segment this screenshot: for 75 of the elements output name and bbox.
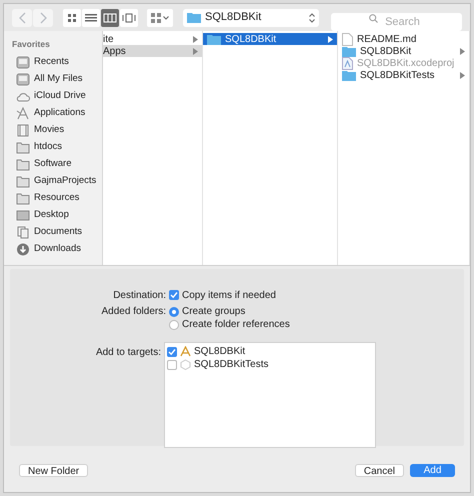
checkbox[interactable]	[167, 360, 177, 370]
dialog-button[interactable]: New Folder	[19, 464, 88, 477]
coverflow-icon	[122, 12, 136, 22]
arrange-button[interactable]	[147, 8, 173, 26]
sidebar-item[interactable]: Recents	[12, 54, 102, 71]
folder-icon	[16, 174, 30, 188]
folder-icon	[16, 192, 30, 205]
apps-icon	[16, 106, 30, 120]
disclosure-arrow-icon	[328, 36, 333, 42]
documents-icon	[16, 226, 30, 239]
drive-icon	[16, 56, 30, 69]
view-mode-button[interactable]	[101, 8, 119, 26]
download-icon	[16, 242, 30, 256]
view-mode-button[interactable]	[82, 8, 100, 26]
target-label: SQL8DBKit	[194, 345, 246, 359]
destination-label: Destination:	[112, 288, 167, 302]
checkbox[interactable]	[167, 346, 177, 356]
added-folders-label: Added folders:	[100, 305, 167, 318]
radio-button[interactable]	[169, 320, 179, 330]
sidebar-item[interactable]: iCloud Drive	[12, 88, 102, 105]
view-mode-button[interactable]	[63, 8, 81, 26]
targets-label: Add to targets:	[94, 346, 162, 360]
search-field[interactable]: Search	[331, 12, 462, 30]
file-row[interactable]: SQL8DBKit	[338, 45, 469, 57]
file-row[interactable]: README.md	[338, 33, 469, 45]
folder-icon	[342, 70, 356, 80]
checkmark-icon	[170, 291, 178, 299]
sidebar-item[interactable]: Documents	[12, 224, 102, 241]
radio-option[interactable]: Create folder references	[169, 318, 290, 331]
sidebar-item[interactable]: htdocs	[12, 138, 102, 156]
sidebar-item[interactable]: Downloads	[12, 240, 102, 258]
disclosure-arrow-icon	[460, 48, 465, 54]
sidebar-heading: Favorites	[12, 38, 51, 51]
sidebar-item[interactable]: Software	[12, 156, 102, 173]
test-target-icon	[180, 359, 191, 370]
file-row[interactable]: Apps	[103, 45, 202, 57]
default-button[interactable]: Add	[410, 464, 455, 477]
sidebar-item[interactable]: GajmaProjects	[12, 172, 102, 190]
drive-icon	[16, 72, 30, 86]
sidebar-item[interactable]: Resources	[12, 190, 102, 207]
sidebar-item[interactable]: Movies	[12, 122, 102, 139]
project-file-icon	[342, 56, 353, 70]
folder-icon	[16, 158, 30, 171]
forward-chevron-icon	[40, 12, 46, 24]
columns-icon	[103, 12, 117, 22]
back-chevron-icon	[18, 12, 26, 24]
list-icon	[84, 12, 98, 22]
checkmark-icon	[168, 348, 176, 356]
folder-icon	[187, 12, 201, 23]
film-icon	[16, 124, 30, 137]
sidebar-item[interactable]: All My Files	[12, 70, 102, 88]
option-label: Copy items if needed	[182, 288, 276, 302]
view-mode-button[interactable]	[120, 8, 138, 26]
dialog-button[interactable]: Cancel	[354, 464, 404, 477]
checkbox[interactable]	[169, 290, 179, 300]
file-row[interactable]: SQL8DBKitTests	[338, 69, 469, 81]
file-row[interactable]: SQL8DBKit	[203, 33, 337, 45]
search-icon	[369, 14, 378, 22]
arrange-grid-icon	[151, 12, 161, 22]
disclosure-arrow-icon	[460, 72, 465, 78]
sidebar-item[interactable]: Applications	[12, 104, 102, 122]
caret-icon	[163, 16, 169, 20]
target-label: SQL8DBKitTests	[194, 358, 268, 372]
updown-caret-icon	[309, 12, 315, 22]
radio-option[interactable]: Create groups	[169, 305, 290, 318]
radio-button[interactable]	[169, 306, 179, 316]
desktop-icon	[16, 208, 30, 222]
file-row[interactable]: ite	[103, 33, 202, 45]
grid-icon	[65, 12, 79, 22]
app-target-icon	[180, 346, 191, 357]
folder-icon	[207, 34, 221, 44]
folder-icon	[16, 140, 30, 154]
sidebar-item[interactable]: Desktop	[12, 206, 102, 224]
path-popup-button[interactable]: SQL8DBKit	[183, 8, 319, 26]
folder-icon	[342, 46, 356, 56]
